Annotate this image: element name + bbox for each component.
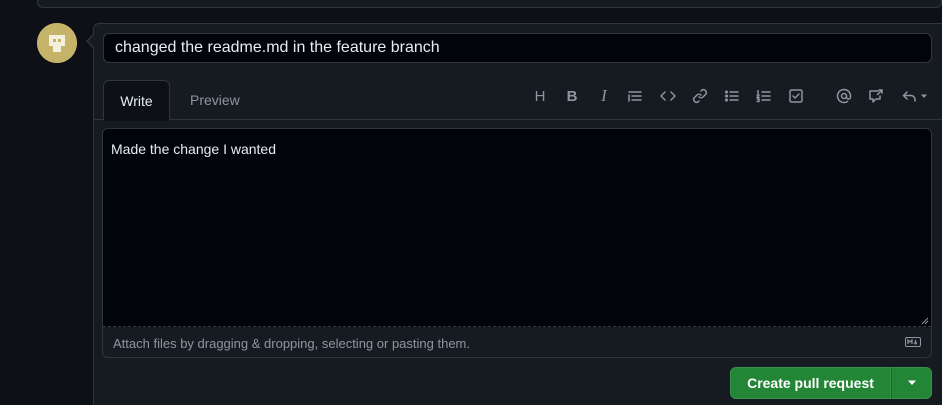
tab-write[interactable]: Write [103,80,170,121]
resize-handle-icon[interactable] [921,317,929,325]
mention-icon[interactable] [834,86,854,106]
identicon-icon [37,23,77,63]
create-pr-options-button[interactable] [891,367,932,399]
comment-editor: Made the change I wanted Attach files by… [102,128,932,358]
tab-preview[interactable]: Preview [174,80,256,121]
cross-reference-icon[interactable] [866,86,886,106]
pr-title-input[interactable]: changed the readme.md in the feature bra… [103,33,932,63]
unordered-list-icon[interactable] [722,86,742,106]
create-pr-button-group: Create pull request [730,367,932,399]
avatar[interactable] [37,23,77,63]
attach-files-hint[interactable]: Attach files by dragging & dropping, sel… [113,336,470,351]
editor-tabs: Write Preview [94,80,942,121]
quote-icon[interactable] [625,86,645,106]
pr-body-textarea[interactable]: Made the change I wanted [103,129,931,327]
markdown-icon[interactable] [905,337,921,347]
bold-icon[interactable]: B [562,86,582,106]
previous-panel-edge [37,0,942,8]
ordered-list-icon[interactable] [754,86,774,106]
create-pull-request-button[interactable]: Create pull request [730,367,891,399]
code-icon[interactable] [658,86,678,106]
italic-icon[interactable]: I [594,86,614,106]
link-icon[interactable] [690,86,710,106]
task-list-icon[interactable] [786,86,806,106]
triangle-down-icon [907,380,916,385]
heading-icon[interactable]: H [530,86,550,106]
saved-replies-icon[interactable] [900,86,930,106]
